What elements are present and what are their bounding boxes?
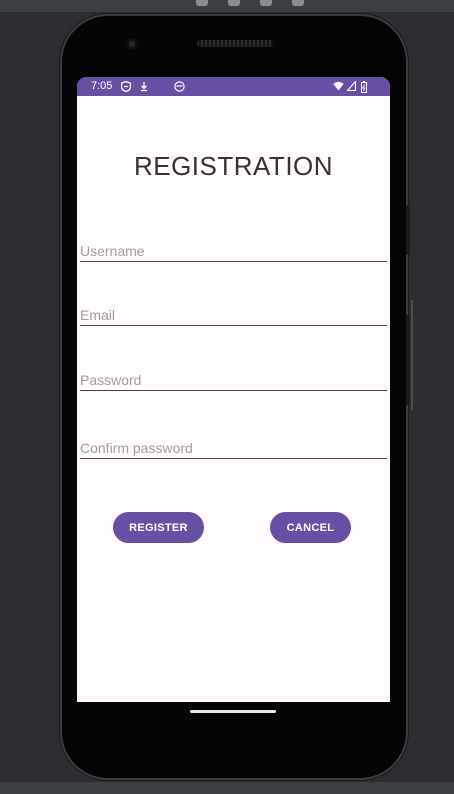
password-input[interactable] — [80, 372, 387, 388]
ide-status-strip — [0, 782, 454, 794]
toolbar-icon[interactable] — [196, 0, 208, 6]
page-title: REGISTRATION — [133, 151, 334, 181]
volume-button[interactable] — [406, 205, 410, 255]
ide-toolbar-strip — [0, 0, 454, 12]
toolbar-icon[interactable] — [228, 0, 240, 6]
face-icon — [174, 81, 185, 92]
register-button[interactable]: REGISTER — [113, 512, 204, 543]
email-input[interactable] — [80, 307, 387, 323]
cancel-button[interactable]: CANCEL — [270, 512, 351, 543]
username-field[interactable] — [80, 235, 387, 262]
confirm-password-input[interactable] — [80, 440, 387, 456]
confirm-password-field[interactable] — [80, 432, 387, 459]
power-button[interactable] — [406, 315, 410, 405]
home-indicator[interactable] — [190, 710, 276, 713]
shield-icon — [121, 81, 131, 92]
email-field[interactable] — [80, 299, 387, 326]
battery-icon — [361, 81, 367, 93]
status-bar: 7:05 — [77, 77, 390, 96]
toolbar-icon[interactable] — [292, 0, 304, 6]
toolbar-icon[interactable] — [260, 0, 272, 6]
earpiece-speaker — [197, 40, 273, 47]
download-icon — [141, 82, 147, 92]
status-time: 7:05 — [91, 80, 113, 92]
password-field[interactable] — [80, 364, 387, 391]
emulator-side-divider — [411, 300, 413, 410]
wifi-icon — [333, 81, 344, 91]
username-input[interactable] — [80, 243, 387, 259]
app-screen: 7:05 REGISTRATION Username Email REGISTE… — [77, 77, 390, 702]
front-camera — [127, 39, 137, 49]
signal-icon — [347, 81, 356, 91]
